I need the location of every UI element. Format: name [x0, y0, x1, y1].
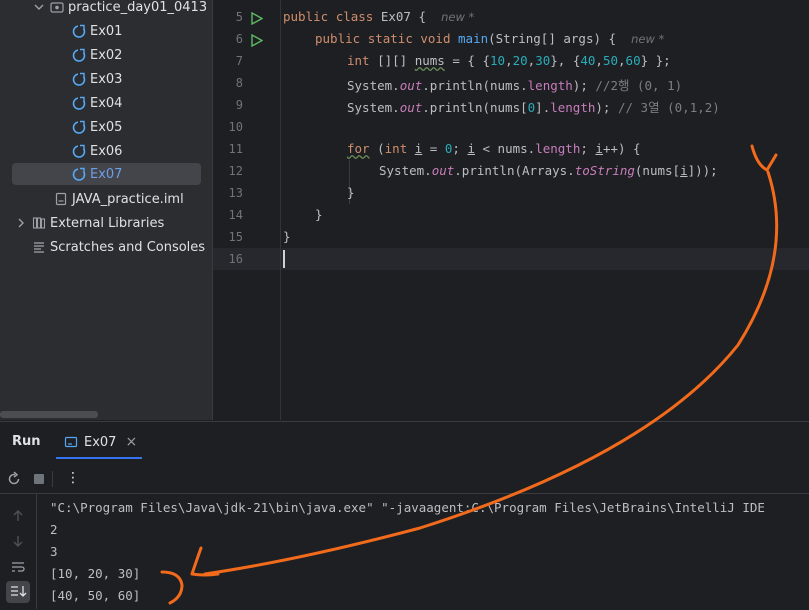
- tree-file-label: Ex01: [90, 23, 123, 39]
- code-line-14[interactable]: }: [315, 207, 323, 222]
- console-output-line: [10, 20, 30]: [50, 566, 141, 581]
- tree-scratches[interactable]: Scratches and Consoles: [32, 236, 205, 258]
- current-line-highlight: [213, 248, 809, 270]
- tree-file-ex04[interactable]: Ex04: [72, 92, 122, 114]
- tree-file-ex03[interactable]: Ex03: [72, 68, 122, 90]
- java-class-icon: [72, 120, 86, 134]
- run-class-icon[interactable]: [250, 10, 264, 26]
- tree-file-label: Ex07: [90, 166, 123, 182]
- console-output-line: [40, 50, 60]: [50, 588, 141, 603]
- console-output-line: "C:\Program Files\Java\jdk-21\bin\java.e…: [50, 500, 765, 515]
- code-line-12[interactable]: System.out.println(Arrays.toString(nums[…: [379, 163, 718, 178]
- scratches-icon: [32, 240, 46, 254]
- tree-external-libraries-label: External Libraries: [50, 215, 165, 231]
- java-class-icon: [72, 144, 86, 158]
- code-line-13[interactable]: }: [347, 185, 355, 200]
- line-number: 5: [235, 10, 243, 24]
- line-number: 6: [235, 32, 243, 46]
- tree-file-label: Ex03: [90, 71, 123, 87]
- java-class-icon: [72, 72, 86, 86]
- line-number: 13: [228, 186, 243, 200]
- tree-file-label: Ex04: [90, 95, 123, 111]
- line-number: 10: [228, 120, 243, 134]
- library-icon: [32, 216, 46, 230]
- java-class-icon: [72, 24, 86, 38]
- tree-scratches-label: Scratches and Consoles: [50, 239, 206, 255]
- gutter-separator: [280, 0, 281, 420]
- close-tab-icon[interactable]: ×: [125, 434, 137, 450]
- line-number: 15: [228, 230, 243, 244]
- chevron-right-icon[interactable]: [14, 216, 28, 230]
- scroll-to-end-icon[interactable]: [6, 581, 30, 603]
- text-caret: [283, 250, 285, 268]
- active-tab-indicator: [56, 457, 142, 459]
- code-line-7[interactable]: int [][] nums = { {10,20,30}, {40,50,60}…: [347, 53, 671, 68]
- arrow-up-icon[interactable]: [10, 508, 26, 524]
- toolbar-divider: [0, 493, 809, 494]
- sidebar-horizontal-scrollbar[interactable]: [0, 411, 98, 418]
- code-line-9[interactable]: System.out.println(nums[0].length); // 3…: [347, 97, 720, 116]
- tree-file-label: Ex06: [90, 143, 123, 159]
- folder-icon: [50, 0, 64, 14]
- tree-file-ex06[interactable]: Ex06: [72, 140, 122, 162]
- run-panel-title: Run: [12, 434, 41, 449]
- console-tab-icon: [64, 435, 78, 449]
- code-line-8[interactable]: System.out.println(nums.length); //2행 (0…: [347, 75, 682, 94]
- tree-folder-label: practice_day01_0413: [68, 0, 208, 15]
- java-class-icon: [72, 96, 86, 110]
- line-number: 12: [228, 164, 243, 178]
- line-number: 14: [228, 208, 243, 222]
- java-class-icon: [72, 167, 86, 181]
- line-number: 9: [235, 98, 243, 112]
- tree-file-ex05[interactable]: Ex05: [72, 116, 122, 138]
- code-line-11[interactable]: for (int i = 0; i < nums.length; i++) {: [347, 141, 641, 156]
- vcs-hint: new *: [441, 10, 475, 24]
- console-output-line: 3: [50, 544, 58, 559]
- tree-file-ex02[interactable]: Ex02: [72, 44, 122, 66]
- chevron-down-icon[interactable]: [32, 0, 46, 14]
- tree-file-ex01[interactable]: Ex01: [72, 20, 122, 42]
- tree-external-libraries[interactable]: External Libraries: [14, 212, 164, 234]
- line-number: 8: [235, 76, 243, 90]
- code-line-6[interactable]: public static void main(String[] args) {…: [315, 31, 664, 46]
- toolbar-separator: [52, 471, 53, 487]
- tree-folder-practice[interactable]: practice_day01_0413: [32, 0, 207, 18]
- java-class-icon: [72, 48, 86, 62]
- line-number: 11: [228, 142, 243, 156]
- run-tab-label: Ex07: [84, 434, 117, 450]
- stop-icon[interactable]: [31, 471, 47, 487]
- code-line-15[interactable]: }: [283, 229, 291, 244]
- line-number: 7: [235, 54, 243, 68]
- tree-file-ex07[interactable]: Ex07: [12, 163, 201, 185]
- tree-file-iml[interactable]: JAVA_practice.iml: [54, 188, 184, 210]
- tree-file-label: Ex05: [90, 119, 123, 135]
- iml-file-icon: [54, 192, 68, 206]
- run-main-icon[interactable]: [250, 32, 264, 48]
- console-output-line: 2: [50, 522, 58, 537]
- tree-file-label: Ex02: [90, 47, 123, 63]
- code-line-5[interactable]: public class Ex07 { new *: [283, 9, 474, 24]
- more-options-icon[interactable]: ⋮: [66, 470, 80, 486]
- soft-wrap-icon[interactable]: [10, 559, 26, 575]
- tree-file-label: JAVA_practice.iml: [72, 191, 184, 207]
- rerun-icon[interactable]: [6, 471, 22, 487]
- run-tab-ex07[interactable]: Ex07 ×: [64, 434, 137, 450]
- line-number: 16: [228, 252, 243, 266]
- vcs-hint: new *: [631, 32, 665, 46]
- arrow-down-icon[interactable]: [10, 533, 26, 549]
